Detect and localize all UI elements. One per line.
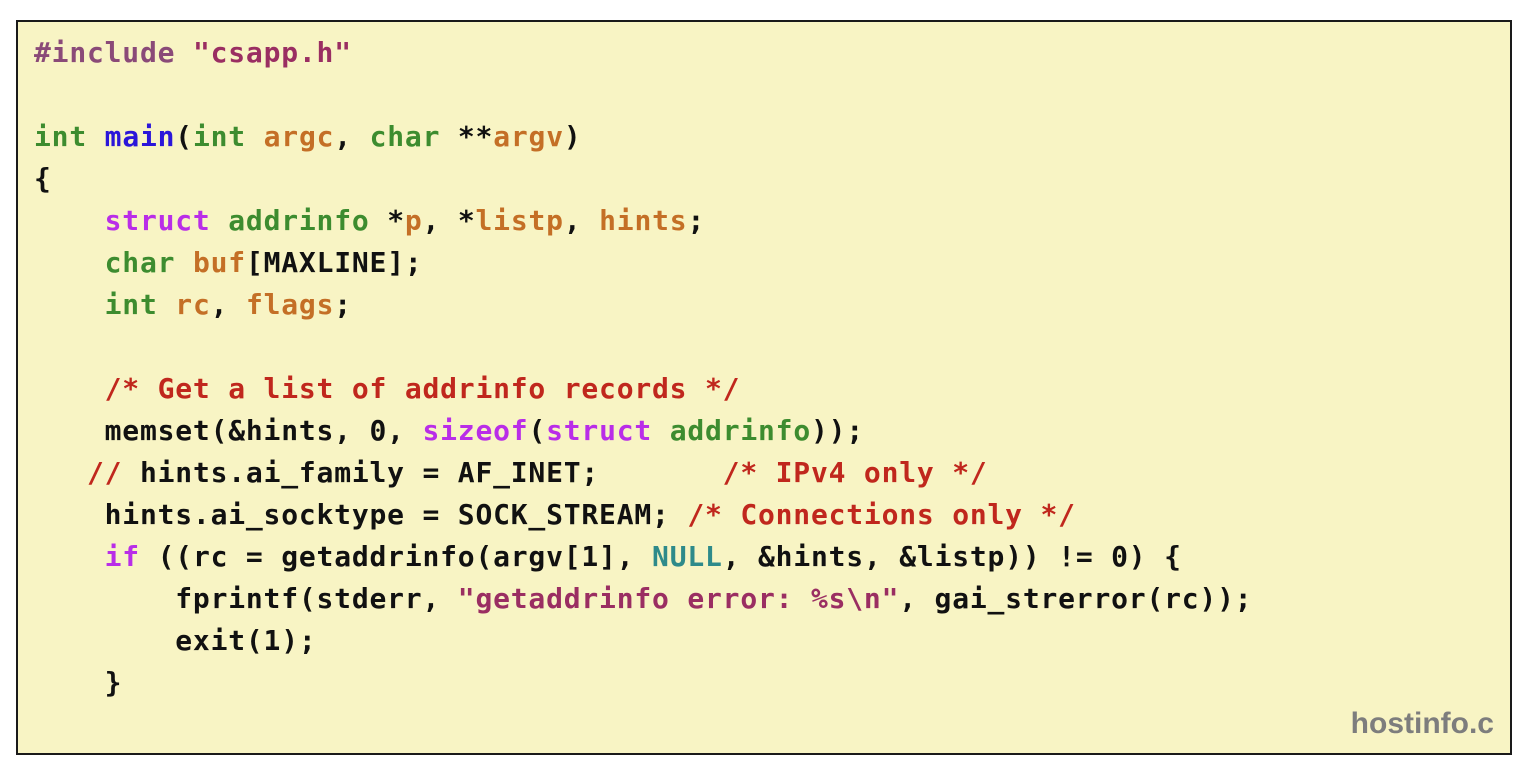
punctuation: , [210, 288, 246, 321]
variable-name: listp [475, 204, 564, 237]
punctuation: ( [528, 414, 547, 447]
punctuation: , * [422, 204, 476, 237]
code-line-16: } [34, 662, 1252, 704]
variable-name: buf [192, 246, 246, 279]
parameter-name: argc [263, 120, 335, 153]
code-comment: /* Connections only */ [687, 498, 1076, 531]
code-line-6: char buf[MAXLINE]; [34, 242, 1252, 284]
statement: memset(&hints, 0, [104, 414, 423, 447]
variable-name: p [404, 204, 423, 237]
code-line-10: memset(&hints, 0, sizeof(struct addrinfo… [34, 410, 1252, 452]
code-listing-panel: #include "csapp.h" int main(int argc, cha… [16, 20, 1512, 755]
array-size: [MAXLINE]; [245, 246, 423, 279]
code-line-15: exit(1); [34, 620, 1252, 662]
constant: NULL [652, 540, 723, 573]
punctuation: , [334, 120, 370, 153]
punctuation: , [563, 204, 600, 237]
punctuation: ; [334, 288, 352, 321]
statement: , &hints, &listp)) != 0) { [722, 540, 1182, 573]
code-line-9: /* Get a list of addrinfo records */ [34, 368, 1252, 410]
brace: } [104, 666, 123, 699]
code-block: #include "csapp.h" int main(int argc, cha… [34, 32, 1252, 704]
variable-name: flags [245, 288, 335, 321]
type-keyword: int [192, 120, 246, 153]
keyword: if [104, 540, 140, 573]
type-keyword: char [104, 246, 176, 279]
code-line-1: #include "csapp.h" [34, 32, 1252, 74]
punctuation: ( [175, 120, 193, 153]
type-name: addrinfo [228, 204, 370, 237]
type-keyword: int [34, 120, 87, 153]
variable-name: rc [175, 288, 211, 321]
statement: , gai_strerror(rc)); [899, 582, 1253, 615]
statement: ((rc = getaddrinfo(argv[1], [139, 540, 653, 573]
code-comment: /* IPv4 only */ [722, 456, 988, 489]
parameter-name: argv [493, 120, 564, 153]
filename-label: hostinfo.c [1350, 707, 1494, 740]
code-comment: /* Get a list of addrinfo records */ [104, 372, 741, 405]
statement: fprintf(stderr, [175, 582, 458, 615]
type-name: addrinfo [669, 414, 811, 447]
punctuation: ) [563, 120, 582, 153]
code-line-3: int main(int argc, char **argv) [34, 116, 1252, 158]
punctuation: * [369, 204, 405, 237]
keyword: sizeof [422, 414, 529, 447]
keyword: struct [546, 414, 653, 447]
preprocessor-directive: #include [34, 36, 176, 69]
code-line-4: { [34, 158, 1252, 200]
punctuation: ; [687, 204, 706, 237]
variable-name: hints [599, 204, 688, 237]
include-string: "csapp.h" [192, 36, 352, 69]
type-keyword: char [369, 120, 441, 153]
code-line-13: if ((rc = getaddrinfo(argv[1], NULL, &hi… [34, 536, 1252, 578]
code-line-14: fprintf(stderr, "getaddrinfo error: %s\n… [34, 578, 1252, 620]
code-line-7: int rc, flags; [34, 284, 1252, 326]
function-name: main [104, 120, 176, 153]
line-comment-marker: // [86, 456, 123, 489]
brace: { [34, 162, 52, 195]
code-line-12: hints.ai_socktype = SOCK_STREAM; /* Conn… [34, 494, 1252, 536]
string-literal: "getaddrinfo error: %s\n" [457, 582, 900, 615]
type-keyword: int [104, 288, 158, 321]
statement: hints.ai_family = AF_INET; [122, 456, 723, 489]
statement: hints.ai_socktype = SOCK_STREAM; [104, 498, 688, 531]
code-line-11: // hints.ai_family = AF_INET; /* IPv4 on… [34, 452, 1252, 494]
code-line-5: struct addrinfo *p, *listp, hints; [34, 200, 1252, 242]
statement: exit(1); [175, 624, 317, 657]
keyword: struct [104, 204, 211, 237]
punctuation: )); [811, 414, 864, 447]
punctuation: ** [440, 120, 494, 153]
